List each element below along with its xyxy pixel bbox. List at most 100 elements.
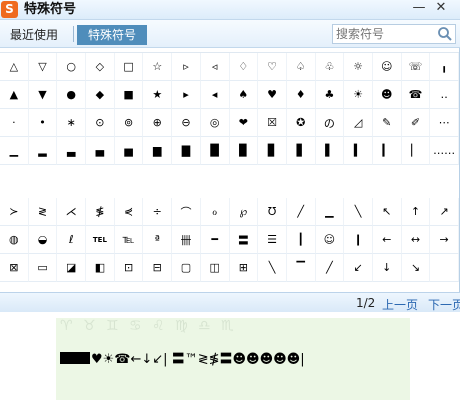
symbol-cell[interactable]: ☆	[143, 53, 173, 81]
search-input[interactable]	[333, 25, 435, 43]
symbol-cell[interactable]: ◍	[0, 226, 29, 254]
symbol-cell[interactable]: ⊞	[229, 254, 259, 282]
symbol-cell[interactable]: 卌	[172, 226, 201, 254]
symbol-cell[interactable]: □	[114, 53, 144, 81]
symbol-cell[interactable]: ★	[143, 81, 173, 109]
symbol-cell[interactable]: ↘	[401, 254, 431, 282]
symbol-cell[interactable]: △	[0, 53, 29, 81]
symbol-cell[interactable]: ♢	[229, 53, 259, 81]
tab-special-symbols[interactable]: 特殊符号	[77, 25, 147, 45]
symbol-cell[interactable]: ♦	[286, 81, 316, 109]
search-box[interactable]	[332, 24, 456, 44]
symbol-cell[interactable]: ♤	[286, 53, 316, 81]
symbol-cell[interactable]: ◿	[344, 109, 373, 137]
symbol-cell[interactable]: ♣	[315, 81, 345, 109]
next-page-link[interactable]: 下一页	[428, 296, 460, 313]
symbol-cell[interactable]: ⊟	[143, 254, 173, 282]
symbol-cell[interactable]: ←	[372, 226, 402, 254]
symbol-cell[interactable]: ◆	[86, 81, 115, 109]
symbol-cell[interactable]: ☼	[344, 53, 373, 81]
symbol-cell[interactable]: ∗	[57, 109, 87, 137]
symbol-cell[interactable]: ≷	[28, 198, 58, 226]
symbol-cell[interactable]: ▽	[28, 53, 58, 81]
symbol-cell[interactable]: ▭	[28, 254, 58, 282]
symbol-cell[interactable]: ℘	[229, 198, 259, 226]
symbol-cell[interactable]: ‥	[430, 81, 459, 109]
symbol-cell[interactable]: ⊡	[114, 254, 144, 282]
symbol-cell[interactable]: ☒	[258, 109, 287, 137]
symbol-cell[interactable]: ▂	[28, 137, 58, 165]
symbol-cell[interactable]: ▆	[143, 137, 173, 165]
symbol-cell[interactable]: ↑	[401, 198, 431, 226]
symbol-cell[interactable]: ■	[114, 81, 144, 109]
symbol-cell[interactable]: ◫	[200, 254, 230, 282]
symbol-cell[interactable]: ╱	[315, 254, 345, 282]
symbol-cell[interactable]: ▼	[28, 81, 58, 109]
symbol-cell[interactable]: ╱	[286, 198, 316, 226]
symbol-cell[interactable]: ……	[430, 137, 459, 165]
symbol-cell[interactable]: ◇	[86, 53, 115, 81]
symbol-cell[interactable]: ▁	[0, 137, 29, 165]
symbol-cell[interactable]: 〓	[229, 226, 259, 254]
symbol-cell[interactable]: ◪	[57, 254, 87, 282]
symbol-cell[interactable]: ⊚	[114, 109, 144, 137]
symbol-cell[interactable]: ▢	[172, 254, 201, 282]
symbol-cell[interactable]: ↗	[430, 198, 459, 226]
document-area[interactable]: ♈ ♉ ♊ ♋ ♌ ♍ ♎ ♏ ♥☀☎←↓↙| 〓™≷≸〓☻☻☻☻☻|	[56, 318, 410, 400]
symbol-cell[interactable]: ╻	[430, 53, 459, 81]
symbol-cell[interactable]: ▁	[315, 198, 345, 226]
symbol-cell[interactable]: ▲	[0, 81, 29, 109]
symbol-cell[interactable]: ♡	[258, 53, 287, 81]
symbol-cell[interactable]: ❙	[344, 226, 373, 254]
tab-recent[interactable]: 最近使用	[4, 25, 64, 45]
symbol-cell[interactable]: ▄	[86, 137, 115, 165]
symbol-cell[interactable]: ⌒	[172, 198, 201, 226]
symbol-cell[interactable]: ▃	[57, 137, 87, 165]
symbol-cell[interactable]: ╲	[344, 198, 373, 226]
symbol-cell[interactable]: ━	[200, 226, 230, 254]
symbol-cell[interactable]: ↖	[372, 198, 402, 226]
symbol-cell[interactable]: ☻	[372, 81, 402, 109]
symbol-cell[interactable]: ▸	[172, 81, 201, 109]
symbol-cell[interactable]: ◎	[200, 109, 230, 137]
title-bar[interactable]: S 特殊符号 — ✕	[0, 0, 460, 20]
symbol-cell[interactable]: の	[315, 109, 345, 137]
symbol-cell[interactable]: ♧	[315, 53, 345, 81]
symbol-cell[interactable]: ℧	[258, 198, 287, 226]
symbol-cell[interactable]: ▋	[286, 137, 316, 165]
symbol-cell[interactable]: ○	[57, 53, 87, 81]
symbol-cell[interactable]: ╲	[258, 254, 287, 282]
symbol-cell[interactable]: ❤	[229, 109, 259, 137]
symbol-cell[interactable]: ▇	[172, 137, 201, 165]
symbol-cell[interactable]: █	[200, 137, 230, 165]
symbol-cell[interactable]	[430, 254, 459, 282]
symbol-cell[interactable]: ◂	[200, 81, 230, 109]
symbol-cell[interactable]: ↔	[401, 226, 431, 254]
symbol-cell[interactable]: •	[28, 109, 58, 137]
symbol-cell[interactable]: ✎	[372, 109, 402, 137]
symbol-cell[interactable]: ♥	[258, 81, 287, 109]
symbol-cell[interactable]: ▅	[114, 137, 144, 165]
symbol-cell[interactable]: TEL	[86, 226, 115, 254]
symbol-cell[interactable]: ℴ	[200, 198, 230, 226]
search-icon[interactable]	[437, 26, 453, 42]
symbol-cell[interactable]: ✪	[286, 109, 316, 137]
symbol-cell[interactable]: →	[430, 226, 459, 254]
symbol-cell[interactable]: ÷	[143, 198, 173, 226]
symbol-cell[interactable]: ⊕	[143, 109, 173, 137]
symbol-cell[interactable]: ☺	[315, 226, 345, 254]
symbol-cell[interactable]: ⊠	[0, 254, 29, 282]
symbol-cell[interactable]: ▍	[344, 137, 373, 165]
symbol-cell[interactable]: ▌	[315, 137, 345, 165]
symbol-cell[interactable]: ℓ	[57, 226, 87, 254]
symbol-cell[interactable]: ↙	[344, 254, 373, 282]
symbol-cell[interactable]: ▎	[372, 137, 402, 165]
symbol-cell[interactable]: ●	[57, 81, 87, 109]
symbol-cell[interactable]: ≸	[86, 198, 115, 226]
symbol-cell[interactable]: ◃	[200, 53, 230, 81]
symbol-cell[interactable]: ♠	[229, 81, 259, 109]
symbol-cell[interactable]: ☰	[258, 226, 287, 254]
minimize-button[interactable]: —	[411, 1, 427, 17]
symbol-cell[interactable]: ☎	[401, 81, 431, 109]
symbol-cell[interactable]: ≻	[0, 198, 29, 226]
